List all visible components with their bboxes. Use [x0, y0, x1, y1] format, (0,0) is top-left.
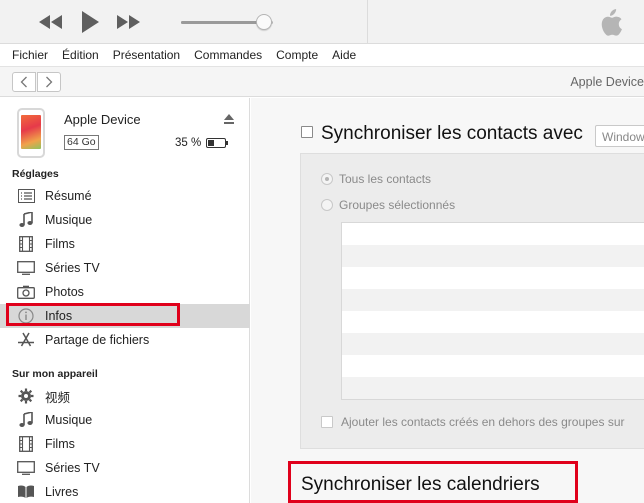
sidebar-item-summary[interactable]: Résumé	[0, 184, 250, 208]
window-title: Apple Device	[570, 75, 644, 89]
sidebar-item-photos[interactable]: Photos	[0, 280, 250, 304]
battery-percentage: 35 %	[175, 137, 202, 149]
list-item	[342, 267, 644, 289]
rewind-icon[interactable]	[37, 10, 65, 34]
settings-section-title: Réglages	[12, 168, 59, 180]
menu-file[interactable]: Fichier	[12, 48, 48, 62]
sync-contacts-heading: Synchroniser les contacts avec	[321, 123, 583, 144]
calendars-highlight-box	[288, 461, 578, 503]
music-note-icon	[17, 411, 35, 429]
device-thumbnail	[17, 108, 45, 158]
sidebar-item-label: Résumé	[45, 189, 92, 203]
fast-forward-icon[interactable]	[114, 10, 142, 34]
list-item	[342, 289, 644, 311]
toolbar-divider	[367, 0, 368, 44]
selected-groups-label: Groupes sélectionnés	[339, 198, 456, 212]
gear-icon	[17, 387, 35, 405]
navigation-bar: Apple Device	[0, 66, 644, 97]
sidebar-item-label: Films	[45, 437, 75, 451]
sidebar: Apple Device 64 Go 35 % Réglages Résumé …	[0, 98, 250, 503]
add-contacts-checkbox[interactable]	[321, 416, 333, 428]
tv-icon	[17, 459, 35, 477]
sidebar-device-item-music[interactable]: Musique	[0, 408, 250, 432]
play-icon[interactable]	[78, 10, 102, 34]
sidebar-device-item-films[interactable]: Films	[0, 432, 250, 456]
contacts-source-dropdown[interactable]: Windows	[595, 125, 644, 147]
device-section-title: Sur mon appareil	[12, 368, 98, 380]
infos-highlight-box	[6, 303, 180, 326]
sidebar-item-label: Photos	[45, 285, 84, 299]
groups-list[interactable]	[341, 222, 644, 400]
menu-edit[interactable]: Édition	[62, 48, 99, 62]
device-name: Apple Device	[64, 112, 141, 127]
list-item	[342, 377, 644, 399]
sidebar-item-file-sharing[interactable]: Partage de fichiers	[0, 328, 250, 352]
film-icon	[17, 435, 35, 453]
battery-level	[208, 140, 214, 146]
sidebar-item-label: Séries TV	[45, 461, 100, 475]
music-note-icon	[17, 211, 35, 229]
sidebar-device-item-tv[interactable]: Séries TV	[0, 456, 250, 480]
app-store-icon	[17, 331, 35, 349]
sidebar-device-item-video[interactable]: 视频	[0, 384, 250, 408]
capacity-badge: 64 Go	[64, 135, 99, 150]
sidebar-item-tv[interactable]: Séries TV	[0, 256, 250, 280]
list-item	[342, 223, 644, 245]
sidebar-item-label: Partage de fichiers	[45, 333, 150, 347]
list-item	[342, 355, 644, 377]
volume-slider-fill	[181, 21, 264, 24]
list-icon	[17, 187, 35, 205]
main-content: Synchroniser les contacts avec Windows T…	[251, 98, 644, 503]
sidebar-item-label: Films	[45, 237, 75, 251]
sidebar-item-films[interactable]: Films	[0, 232, 250, 256]
film-icon	[17, 235, 35, 253]
playback-toolbar	[0, 0, 644, 44]
sidebar-item-label: Musique	[45, 213, 93, 227]
menu-view[interactable]: Présentation	[113, 48, 180, 62]
forward-button[interactable]	[37, 72, 61, 92]
all-contacts-label: Tous les contacts	[339, 172, 432, 186]
list-item	[342, 245, 644, 267]
menu-controls[interactable]: Commandes	[194, 48, 262, 62]
sidebar-item-label: 视频	[45, 390, 71, 405]
sidebar-device-item-books[interactable]: Livres	[0, 480, 250, 503]
chevron-left-icon	[20, 76, 27, 88]
sidebar-item-music[interactable]: Musique	[0, 208, 250, 232]
battery-icon	[206, 138, 228, 148]
chevron-right-icon	[46, 76, 53, 88]
sidebar-item-label: Musique	[45, 413, 93, 427]
volume-slider-knob[interactable]	[255, 14, 272, 30]
back-button[interactable]	[12, 72, 36, 92]
sidebar-item-label: Séries TV	[45, 261, 100, 275]
camera-icon	[17, 283, 35, 301]
add-contacts-label: Ajouter les contacts créés en dehors des…	[341, 415, 625, 429]
list-item	[342, 333, 644, 355]
sidebar-item-label: Livres	[45, 485, 79, 499]
menu-bar: Fichier Édition Présentation Commandes C…	[0, 45, 644, 65]
all-contacts-radio[interactable]	[321, 173, 333, 185]
apple-logo-icon	[597, 9, 623, 37]
list-item	[342, 311, 644, 333]
eject-icon[interactable]	[223, 113, 235, 125]
contacts-options-panel: Tous les contacts Groupes sélectionnés A…	[300, 153, 644, 449]
selected-groups-radio[interactable]	[321, 199, 333, 211]
menu-account[interactable]: Compte	[276, 48, 318, 62]
device-screen-image	[21, 115, 41, 149]
menu-help[interactable]: Aide	[332, 48, 356, 62]
sync-contacts-checkbox[interactable]	[301, 126, 313, 138]
tv-icon	[17, 259, 35, 277]
book-icon	[17, 483, 35, 501]
